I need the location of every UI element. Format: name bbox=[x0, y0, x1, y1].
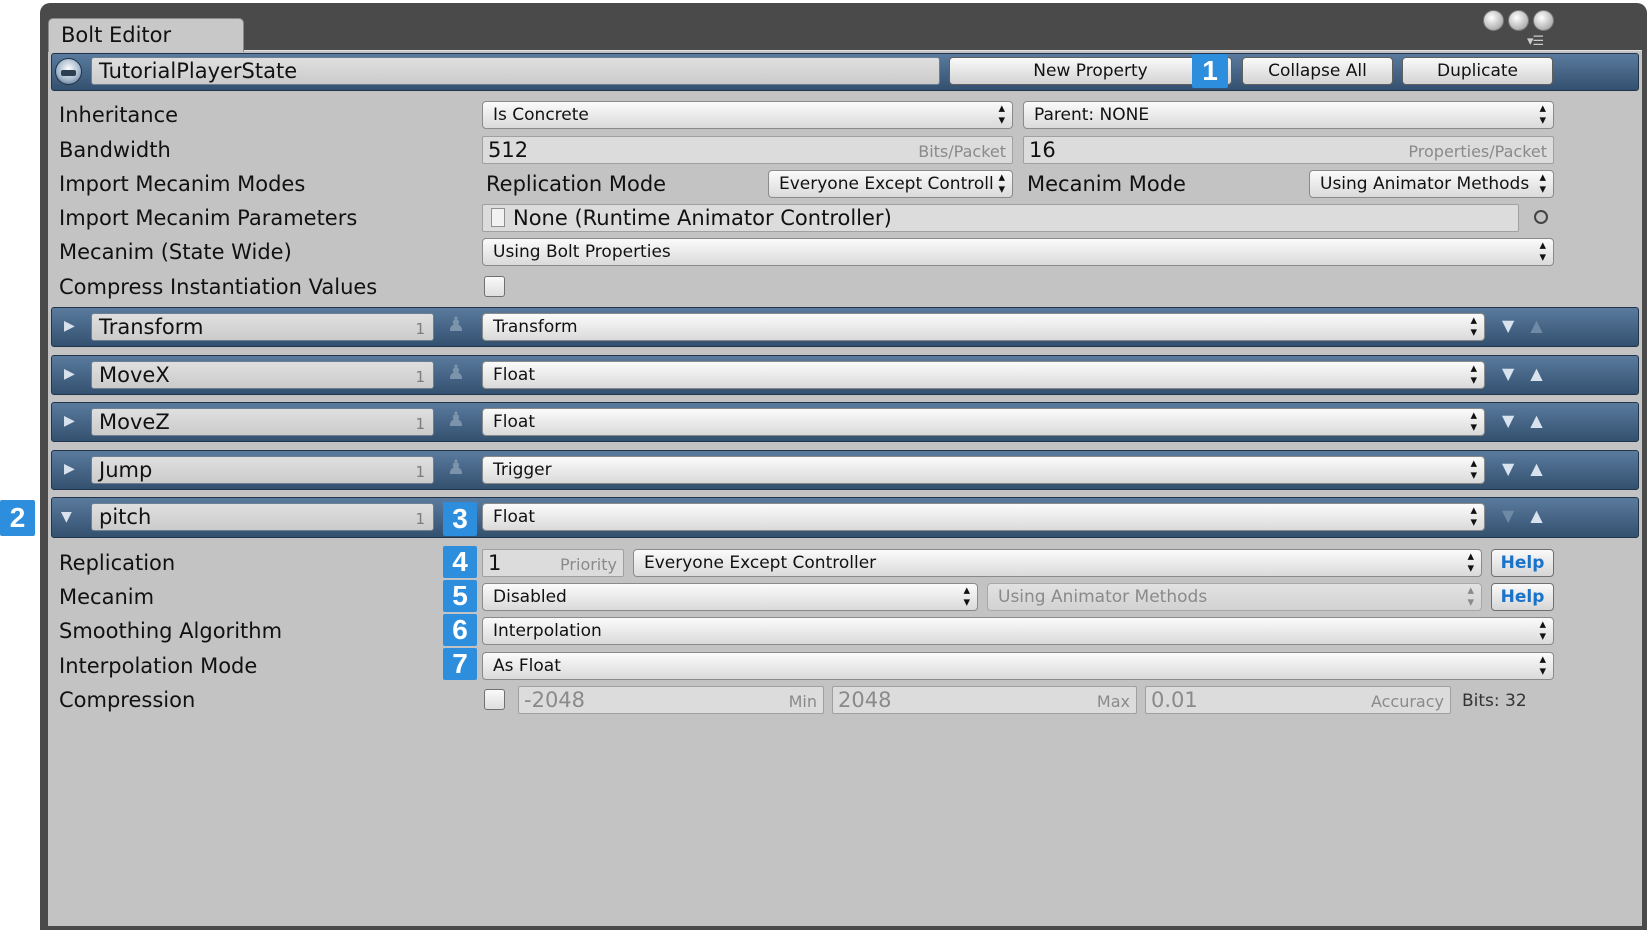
compression-bits-readout: Bits: 32 bbox=[1462, 691, 1527, 711]
replication-help-button[interactable]: Help bbox=[1491, 549, 1554, 577]
mecanim-state-wide-label: Mecanim (State Wide) bbox=[59, 240, 292, 264]
duplicate-button[interactable]: Duplicate bbox=[1402, 57, 1553, 85]
compression-min-field[interactable]: -2048 Min bbox=[518, 686, 824, 714]
dropdown-arrows-icon: ▴ ▾ bbox=[1470, 503, 1477, 530]
move-down-icon[interactable]: ▼ bbox=[1502, 411, 1530, 430]
dropdown-arrows-icon: ▴ ▾ bbox=[1539, 170, 1546, 197]
smoothing-algorithm-dropdown[interactable]: Interpolation ▴ ▾ bbox=[482, 617, 1554, 645]
interpolation-mode-label: Interpolation Mode bbox=[59, 654, 258, 678]
expand-arrow-icon[interactable]: ▶ bbox=[64, 413, 75, 429]
person-icon[interactable]: ♟ bbox=[447, 312, 465, 336]
move-down-icon[interactable]: ▼ bbox=[1502, 316, 1530, 335]
inheritance-dropdown[interactable]: Is Concrete ▴ ▾ bbox=[482, 101, 1013, 129]
property-name-field[interactable]: MoveX 1 bbox=[91, 361, 434, 389]
new-property-button[interactable]: New Property bbox=[949, 57, 1232, 85]
expand-arrow-icon[interactable]: ▶ bbox=[64, 318, 75, 334]
compression-label: Compression bbox=[59, 688, 196, 712]
property-name-field[interactable]: pitch 1 bbox=[91, 503, 434, 531]
animator-controller-field[interactable]: None (Runtime Animator Controller) bbox=[482, 204, 1519, 232]
import-mecanim-parameters-label: Import Mecanim Parameters bbox=[59, 206, 358, 230]
replication-mode-label: Replication Mode bbox=[486, 172, 667, 196]
dropdown-arrows-icon: ▴ ▾ bbox=[1539, 238, 1546, 265]
dropdown-arrows-icon: ▴ ▾ bbox=[998, 170, 1005, 197]
replication-dropdown[interactable]: Everyone Except Controller ▴ ▾ bbox=[633, 549, 1482, 577]
callout-badge-4: 4 bbox=[443, 546, 477, 578]
dropdown-arrows-icon: ▴ ▾ bbox=[1539, 101, 1546, 128]
dropdown-arrows-icon: ▴ ▾ bbox=[1539, 617, 1546, 644]
dropdown-arrows-icon: ▴ ▾ bbox=[1470, 361, 1477, 388]
property-name-field[interactable]: Jump 1 bbox=[91, 456, 434, 484]
dropdown-arrows-icon: ▴ ▾ bbox=[1539, 652, 1546, 679]
move-up-icon[interactable]: ▲ bbox=[1530, 316, 1558, 335]
property-name-field[interactable]: MoveZ 1 bbox=[91, 408, 434, 436]
interpolation-mode-dropdown[interactable]: As Float ▴ ▾ bbox=[482, 652, 1554, 680]
asset-file-icon bbox=[491, 208, 505, 227]
collapse-all-button[interactable]: Collapse All bbox=[1242, 57, 1393, 85]
compression-accuracy-field[interactable]: 0.01 Accuracy bbox=[1145, 686, 1451, 714]
property-type-dropdown[interactable]: Transform ▴ ▾ bbox=[482, 313, 1485, 341]
move-up-icon[interactable]: ▲ bbox=[1530, 506, 1558, 525]
priority-field[interactable]: 1 Priority bbox=[482, 549, 624, 577]
window-maximize-button[interactable] bbox=[1508, 10, 1529, 31]
bits-per-packet-field[interactable]: 512 Bits/Packet bbox=[482, 136, 1013, 164]
replication-mode-dropdown[interactable]: Everyone Except Controll ▴ ▾ bbox=[768, 170, 1013, 198]
mecanim-method-dropdown[interactable]: Using Animator Methods ▴ ▾ bbox=[987, 583, 1482, 611]
person-icon[interactable]: ♟ bbox=[447, 360, 465, 384]
window-minimize-button[interactable] bbox=[1483, 10, 1504, 31]
callout-badge-5: 5 bbox=[443, 580, 477, 612]
mecanim-mode-label: Mecanim Mode bbox=[1027, 172, 1186, 196]
callout-badge-6: 6 bbox=[443, 614, 477, 646]
compress-instantiation-label: Compress Instantiation Values bbox=[59, 275, 378, 299]
property-type-dropdown[interactable]: Trigger ▴ ▾ bbox=[482, 456, 1485, 484]
compression-checkbox[interactable] bbox=[484, 689, 505, 710]
move-down-icon[interactable]: ▼ bbox=[1502, 364, 1530, 383]
callout-badge-2: 2 bbox=[0, 500, 35, 536]
bolt-logo-icon bbox=[55, 58, 82, 85]
dropdown-arrows-icon: ▴ ▾ bbox=[998, 101, 1005, 128]
compression-max-field[interactable]: 2048 Max bbox=[832, 686, 1137, 714]
property-type-dropdown[interactable]: Float ▴ ▾ bbox=[482, 503, 1485, 531]
object-picker-icon[interactable] bbox=[1534, 210, 1548, 224]
property-type-dropdown[interactable]: Float ▴ ▾ bbox=[482, 361, 1485, 389]
move-up-icon[interactable]: ▲ bbox=[1530, 364, 1558, 383]
collapse-arrow-icon[interactable]: ▼ bbox=[61, 509, 72, 525]
mecanim-label: Mecanim bbox=[59, 585, 155, 609]
compress-instantiation-checkbox[interactable] bbox=[484, 276, 505, 297]
dropdown-arrows-icon: ▴ ▾ bbox=[1470, 313, 1477, 340]
smoothing-algorithm-label: Smoothing Algorithm bbox=[59, 619, 283, 643]
inheritance-label: Inheritance bbox=[59, 103, 179, 127]
parent-dropdown[interactable]: Parent: NONE ▴ ▾ bbox=[1023, 101, 1554, 129]
properties-per-packet-field[interactable]: 16 Properties/Packet bbox=[1023, 136, 1554, 164]
property-type-dropdown[interactable]: Float ▴ ▾ bbox=[482, 408, 1485, 436]
mecanim-dropdown[interactable]: Disabled ▴ ▾ bbox=[482, 583, 978, 611]
callout-badge-3: 3 bbox=[443, 502, 477, 536]
move-up-icon[interactable]: ▲ bbox=[1530, 411, 1558, 430]
person-icon[interactable]: ♟ bbox=[447, 407, 465, 431]
window-menu-icon[interactable]: ▾☰ bbox=[1527, 34, 1544, 49]
expand-arrow-icon[interactable]: ▶ bbox=[64, 366, 75, 382]
property-name-field[interactable]: Transform 1 bbox=[91, 313, 434, 341]
dropdown-arrows-icon: ▴ ▾ bbox=[1470, 456, 1477, 483]
move-up-icon[interactable]: ▲ bbox=[1530, 459, 1558, 478]
expand-arrow-icon[interactable]: ▶ bbox=[64, 461, 75, 477]
window-tab[interactable]: Bolt Editor bbox=[48, 18, 244, 52]
replication-label: Replication bbox=[59, 551, 176, 575]
dropdown-arrows-icon: ▴ ▾ bbox=[963, 583, 970, 610]
dropdown-arrows-icon: ▴ ▾ bbox=[1467, 583, 1474, 610]
callout-badge-1: 1 bbox=[1192, 54, 1228, 88]
move-down-icon[interactable]: ▼ bbox=[1502, 506, 1530, 525]
mecanim-mode-dropdown[interactable]: Using Animator Methods ▴ ▾ bbox=[1309, 170, 1554, 198]
mecanim-state-wide-dropdown[interactable]: Using Bolt Properties ▴ ▾ bbox=[482, 238, 1554, 266]
callout-badge-7: 7 bbox=[443, 648, 477, 680]
window-close-button[interactable] bbox=[1533, 10, 1554, 31]
dropdown-arrows-icon: ▴ ▾ bbox=[1470, 408, 1477, 435]
state-name-field[interactable]: TutorialPlayerState bbox=[91, 57, 940, 85]
mecanim-help-button[interactable]: Help bbox=[1491, 583, 1554, 611]
dropdown-arrows-icon: ▴ ▾ bbox=[1467, 549, 1474, 576]
bandwidth-label: Bandwidth bbox=[59, 138, 171, 162]
move-down-icon[interactable]: ▼ bbox=[1502, 459, 1530, 478]
import-mecanim-modes-label: Import Mecanim Modes bbox=[59, 172, 306, 196]
person-icon[interactable]: ♟ bbox=[447, 455, 465, 479]
